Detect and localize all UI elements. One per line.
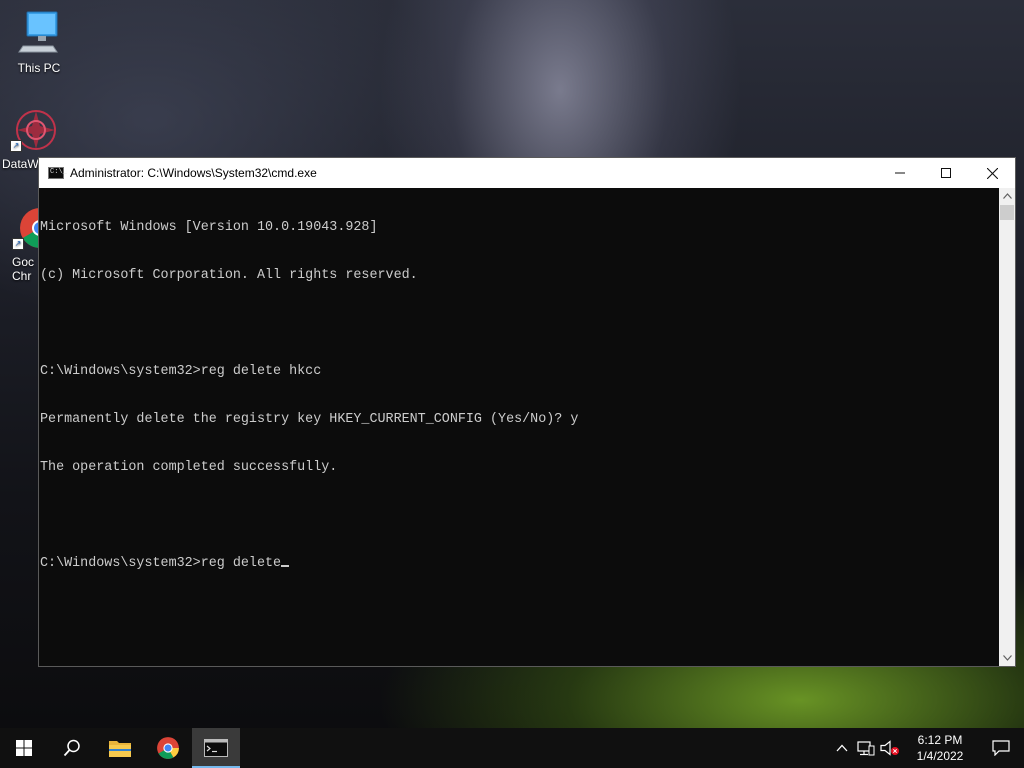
show-hidden-icons-button[interactable] <box>830 728 854 768</box>
clock[interactable]: 6:12 PM 1/4/2022 <box>902 732 978 764</box>
taskbar-file-explorer[interactable] <box>96 728 144 768</box>
scroll-down-button[interactable] <box>999 650 1015 666</box>
minimize-button[interactable] <box>877 158 923 188</box>
chevron-up-icon <box>1002 193 1012 199</box>
console-input-line[interactable]: C:\Windows\system32>reg delete <box>40 556 999 572</box>
maximize-icon <box>941 168 951 178</box>
shortcut-arrow-icon: ↗ <box>10 140 22 152</box>
this-pc-icon <box>18 11 58 53</box>
volume-muted-icon <box>880 740 899 756</box>
cmd-window[interactable]: C:\_ Administrator: C:\Windows\System32\… <box>38 157 1016 667</box>
clock-time: 6:12 PM <box>917 733 963 747</box>
network-icon <box>857 741 875 756</box>
console-command-text: C:\Windows\system32>reg delete <box>40 556 282 571</box>
cmd-icon <box>204 739 228 757</box>
start-icon <box>16 740 32 756</box>
console-line: (c) Microsoft Corporation. All rights re… <box>40 268 418 283</box>
system-tray: 6:12 PM 1/4/2022 <box>830 728 1024 768</box>
action-center-button[interactable] <box>978 728 1024 768</box>
desktop-icon-label: This PC <box>17 61 61 75</box>
taskbar: 6:12 PM 1/4/2022 <box>0 728 1024 768</box>
console-line: The operation completed successfully. <box>40 460 338 475</box>
chrome-icon <box>157 737 179 759</box>
desktop-icon-this-pc[interactable]: This PC <box>4 8 74 75</box>
taskbar-chrome[interactable] <box>144 728 192 768</box>
console-line: Permanently delete the registry key HKEY… <box>40 412 579 427</box>
notification-icon <box>992 740 1010 756</box>
maximize-button[interactable] <box>923 158 969 188</box>
console-output[interactable]: Microsoft Windows [Version 10.0.19043.92… <box>39 188 999 666</box>
volume-button[interactable] <box>878 728 902 768</box>
minimize-icon <box>895 172 905 174</box>
close-button[interactable] <box>969 158 1015 188</box>
taskbar-cmd[interactable] <box>192 728 240 768</box>
chevron-down-icon <box>1002 655 1012 661</box>
shortcut-arrow-icon: ↗ <box>12 238 24 250</box>
window-title: Administrator: C:\Windows\System32\cmd.e… <box>70 166 317 180</box>
text-cursor <box>281 565 290 567</box>
close-icon <box>986 167 998 179</box>
title-bar[interactable]: C:\_ Administrator: C:\Windows\System32\… <box>39 158 1015 188</box>
search-icon <box>63 739 80 757</box>
clock-date: 1/4/2022 <box>916 749 964 763</box>
console-line: Microsoft Windows [Version 10.0.19043.92… <box>40 220 378 235</box>
start-button[interactable] <box>0 728 48 768</box>
scroll-up-button[interactable] <box>999 188 1015 204</box>
network-button[interactable] <box>854 728 878 768</box>
file-explorer-icon <box>109 741 131 757</box>
search-button[interactable] <box>48 728 96 768</box>
console-line: C:\Windows\system32>reg delete hkcc <box>40 364 322 379</box>
scroll-thumb[interactable] <box>1000 205 1014 220</box>
cmd-icon: C:\_ <box>48 167 67 179</box>
chevron-up-icon <box>836 744 848 752</box>
vertical-scrollbar[interactable] <box>999 188 1015 666</box>
